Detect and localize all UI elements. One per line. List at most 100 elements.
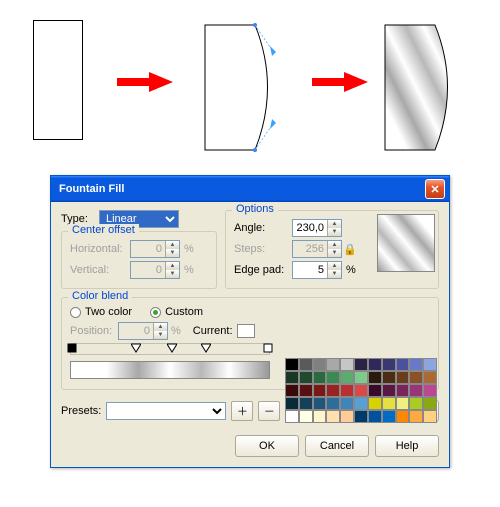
gradient-stop-marker[interactable] xyxy=(67,343,77,353)
palette-color[interactable] xyxy=(382,371,396,384)
palette-color[interactable] xyxy=(285,371,299,384)
palette-color[interactable] xyxy=(299,397,313,410)
bulged-rectangle-shape xyxy=(200,20,285,158)
palette-color[interactable] xyxy=(340,358,354,371)
illustration-stage xyxy=(0,0,500,160)
palette-color[interactable] xyxy=(382,410,396,423)
palette-color[interactable] xyxy=(354,358,368,371)
palette-color[interactable] xyxy=(354,384,368,397)
angle-spinner[interactable]: ▲▼ xyxy=(292,219,342,237)
palette-color[interactable] xyxy=(313,397,327,410)
palette-color[interactable] xyxy=(285,358,299,371)
palette-color[interactable] xyxy=(326,371,340,384)
preset-remove-button[interactable]: － xyxy=(258,401,280,421)
palette-color[interactable] xyxy=(285,397,299,410)
palette-color[interactable] xyxy=(409,384,423,397)
palette-color[interactable] xyxy=(423,371,437,384)
current-color-swatch[interactable] xyxy=(237,324,255,338)
gradient-stop-marker[interactable] xyxy=(167,343,177,353)
palette-color[interactable] xyxy=(354,410,368,423)
palette-color[interactable] xyxy=(368,371,382,384)
palette-color[interactable] xyxy=(396,397,410,410)
palette-color[interactable] xyxy=(409,397,423,410)
two-color-radio[interactable]: Two color xyxy=(70,306,132,318)
unit-label: % xyxy=(184,264,194,276)
center-offset-group: Center offset Horizontal: ▲▼ % Vertical:… xyxy=(61,231,217,289)
palette-color[interactable] xyxy=(396,410,410,423)
unit-label: % xyxy=(184,243,194,255)
palette-color[interactable] xyxy=(368,397,382,410)
presets-select[interactable] xyxy=(106,402,226,420)
titlebar[interactable]: Fountain Fill ✕ xyxy=(51,176,449,202)
palette-color[interactable] xyxy=(354,371,368,384)
gradient-preview-bar xyxy=(70,361,270,379)
ok-button[interactable]: OK xyxy=(235,435,299,457)
palette-color[interactable] xyxy=(382,397,396,410)
palette-color[interactable] xyxy=(368,384,382,397)
palette-color[interactable] xyxy=(326,384,340,397)
gradient-preview xyxy=(377,214,435,272)
palette-color[interactable] xyxy=(299,371,313,384)
steps-spinner: ▲▼ xyxy=(292,240,342,258)
palette-color[interactable] xyxy=(382,358,396,371)
help-button[interactable]: Help xyxy=(375,435,439,457)
group-title: Options xyxy=(232,203,278,215)
gradient-stop-marker[interactable] xyxy=(131,343,141,353)
arrow-icon xyxy=(115,72,175,92)
palette-color[interactable] xyxy=(354,397,368,410)
palette-color[interactable] xyxy=(285,410,299,423)
gradient-marker-track[interactable] xyxy=(70,343,270,355)
gradient-stop-marker[interactable] xyxy=(263,343,273,353)
palette-color[interactable] xyxy=(326,358,340,371)
palette-color[interactable] xyxy=(423,397,437,410)
palette-color[interactable] xyxy=(409,410,423,423)
cancel-button[interactable]: Cancel xyxy=(305,435,369,457)
edge-pad-spinner[interactable]: ▲▼ xyxy=(292,261,342,279)
palette-color[interactable] xyxy=(423,384,437,397)
group-title: Color blend xyxy=(68,290,132,302)
vertical-label: Vertical: xyxy=(70,264,130,276)
palette-color[interactable] xyxy=(396,371,410,384)
palette-color[interactable] xyxy=(313,371,327,384)
palette-color[interactable] xyxy=(368,410,382,423)
gradient-stop-marker[interactable] xyxy=(201,343,211,353)
palette-color[interactable] xyxy=(396,358,410,371)
palette-color[interactable] xyxy=(340,397,354,410)
palette-color[interactable] xyxy=(313,410,327,423)
palette-color[interactable] xyxy=(313,384,327,397)
palette-color[interactable] xyxy=(409,358,423,371)
fountain-fill-dialog: Fountain Fill ✕ Type: Linear Center offs… xyxy=(50,175,450,468)
palette-color[interactable] xyxy=(368,358,382,371)
unit-label: % xyxy=(171,325,181,337)
plus-icon: ＋ xyxy=(237,403,248,419)
close-button[interactable]: ✕ xyxy=(425,179,445,199)
palette-color[interactable] xyxy=(340,384,354,397)
palette-color[interactable] xyxy=(340,410,354,423)
palette-color[interactable] xyxy=(396,384,410,397)
rectangle-shape xyxy=(33,20,83,140)
vertical-spinner: ▲▼ xyxy=(130,261,180,279)
minus-icon: － xyxy=(264,403,275,419)
horizontal-label: Horizontal: xyxy=(70,243,130,255)
unit-label: % xyxy=(346,264,356,276)
custom-radio[interactable]: Custom xyxy=(150,306,203,318)
palette-color[interactable] xyxy=(326,410,340,423)
palette-color[interactable] xyxy=(313,358,327,371)
palette-color[interactable] xyxy=(423,358,437,371)
filled-bulged-shape xyxy=(380,20,465,158)
lock-icon[interactable]: 🔒 xyxy=(342,243,358,256)
palette-color[interactable] xyxy=(285,384,299,397)
palette-color[interactable] xyxy=(326,397,340,410)
current-label: Current: xyxy=(193,325,233,337)
palette-color[interactable] xyxy=(423,410,437,423)
dialog-title: Fountain Fill xyxy=(55,183,425,195)
arrow-icon xyxy=(310,72,370,92)
preset-add-button[interactable]: ＋ xyxy=(231,401,253,421)
position-spinner: ▲▼ xyxy=(118,322,168,340)
palette-color[interactable] xyxy=(409,371,423,384)
palette-color[interactable] xyxy=(382,384,396,397)
palette-color[interactable] xyxy=(299,358,313,371)
palette-color[interactable] xyxy=(299,384,313,397)
palette-color[interactable] xyxy=(340,371,354,384)
palette-color[interactable] xyxy=(299,410,313,423)
